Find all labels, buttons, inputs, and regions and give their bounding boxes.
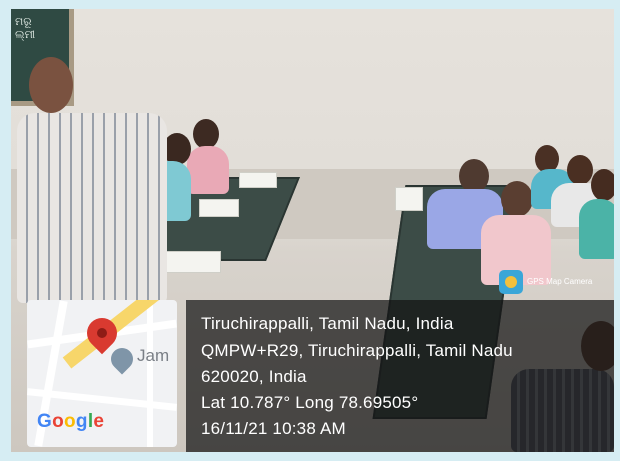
person-head [459, 159, 489, 193]
location-line-4: Lat 10.787° Long 78.69505° [201, 393, 419, 412]
location-line-3: 620020, India [201, 367, 307, 386]
person-head [193, 119, 219, 149]
paper-sheet [161, 251, 221, 273]
person-shirt [579, 199, 614, 259]
person-shirt [187, 146, 229, 194]
paper-sheet [199, 199, 239, 217]
paper-sheet [239, 172, 277, 188]
gps-map-camera-label: GPS Map Camera [527, 277, 593, 286]
paper-sheet [395, 187, 423, 211]
person-head [501, 181, 533, 217]
map-poi-label: Jam [137, 346, 170, 365]
graduation-cap-poi-icon [106, 343, 138, 375]
location-line-1: Tiruchirappalli, Tamil Nadu, India [201, 314, 454, 333]
location-line-5: 16/11/21 10:38 AM [201, 419, 346, 438]
location-line-2: QMPW+R29, Tiruchirappalli, Tamil Nadu [201, 341, 513, 360]
google-logo: Google [37, 411, 105, 432]
mini-map[interactable]: Jam Google [27, 300, 177, 447]
map-road [147, 300, 153, 447]
gps-map-camera-icon [499, 270, 523, 294]
standing-man-shirt [17, 113, 167, 303]
person-head [29, 57, 73, 113]
person-head [591, 169, 614, 201]
person-head [567, 155, 593, 185]
blackboard-text: ମରୂ ଲ୍ମୀ [15, 15, 36, 41]
